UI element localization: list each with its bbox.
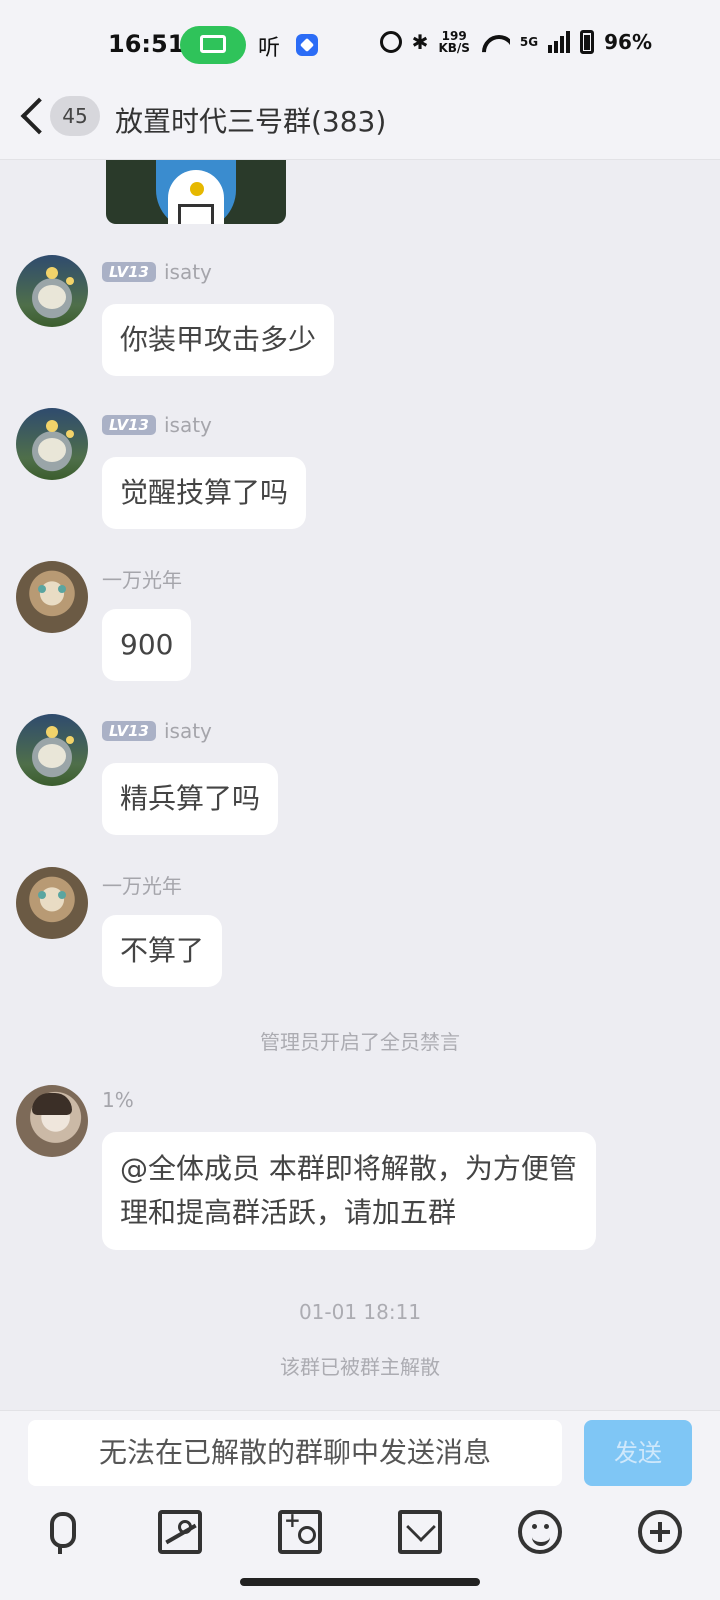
girl-avatar[interactable]	[16, 1085, 88, 1157]
network-speed: 199 KB/S	[438, 29, 470, 55]
camera-icon[interactable]	[278, 1508, 322, 1554]
message-timestamp: 01-01 18:11	[298, 1300, 422, 1324]
send-button[interactable]: 发送	[584, 1420, 692, 1486]
message-bubble[interactable]: @全体成员 本群即将解散，为方便管理和提高群活跃，请加五群	[102, 1132, 596, 1250]
system-notice-dissolved: 该群已被群主解散	[280, 1355, 440, 1379]
status-time: 16:51	[108, 30, 185, 58]
cat-avatar[interactable]	[16, 561, 88, 633]
sender-row: LV13 isaty	[102, 719, 212, 743]
app-notification-icon	[296, 34, 318, 56]
totoro-avatar[interactable]	[16, 408, 88, 480]
sender-row: 1%	[102, 1088, 134, 1112]
mic-icon[interactable]	[38, 1510, 82, 1554]
message-bubble[interactable]: 不算了	[102, 915, 223, 987]
message-bubble[interactable]: 你装甲攻击多少	[102, 304, 335, 376]
sender-row: LV13 isaty	[102, 260, 212, 284]
wifi-icon	[480, 31, 510, 53]
sticker-image[interactable]	[106, 160, 286, 224]
status-indicators: ✱ 199 KB/S 5G 96%	[379, 29, 652, 55]
listen-app-label: 听	[258, 36, 281, 61]
sender-name: 1%	[102, 1088, 134, 1112]
image-icon[interactable]	[158, 1510, 202, 1554]
alarm-icon	[379, 31, 402, 53]
sender-name: isaty	[163, 719, 212, 743]
plus-icon[interactable]	[638, 1510, 682, 1554]
message-bubble[interactable]: 900	[102, 609, 192, 681]
network-type: 5G	[519, 35, 539, 49]
level-badge: LV13	[102, 262, 156, 282]
system-notice-mute: 管理员开启了全员禁言	[260, 1030, 460, 1054]
message-bubble[interactable]: 精兵算了吗	[102, 763, 279, 835]
sender-row: 一万光年	[102, 564, 182, 593]
sender-name: isaty	[163, 260, 212, 284]
unread-count-badge[interactable]: 45	[50, 96, 100, 136]
sender-name: isaty	[163, 413, 212, 437]
cat-avatar[interactable]	[16, 867, 88, 939]
bluetooth-icon: ✱	[411, 30, 429, 54]
totoro-avatar[interactable]	[16, 255, 88, 327]
battery-percent: 96%	[604, 30, 652, 54]
sender-name: 一万光年	[102, 568, 182, 592]
emoji-icon[interactable]	[518, 1510, 562, 1554]
message-input[interactable]: 无法在已解散的群聊中发送消息	[28, 1420, 562, 1486]
sender-name: 一万光年	[102, 874, 182, 898]
level-badge: LV13	[102, 721, 156, 741]
message-bubble[interactable]: 觉醒技算了吗	[102, 457, 307, 529]
totoro-avatar[interactable]	[16, 714, 88, 786]
screen-icon	[200, 35, 226, 53]
home-indicator[interactable]	[240, 1578, 480, 1586]
battery-icon	[580, 30, 595, 54]
group-title[interactable]: 放置时代三号群(383)	[115, 100, 386, 140]
screen-share-pill[interactable]	[180, 26, 246, 64]
sender-row: LV13 isaty	[102, 413, 212, 437]
signal-icon	[548, 31, 571, 53]
sender-row: 一万光年	[102, 870, 182, 899]
red-packet-icon[interactable]	[398, 1510, 442, 1554]
level-badge: LV13	[102, 415, 156, 435]
